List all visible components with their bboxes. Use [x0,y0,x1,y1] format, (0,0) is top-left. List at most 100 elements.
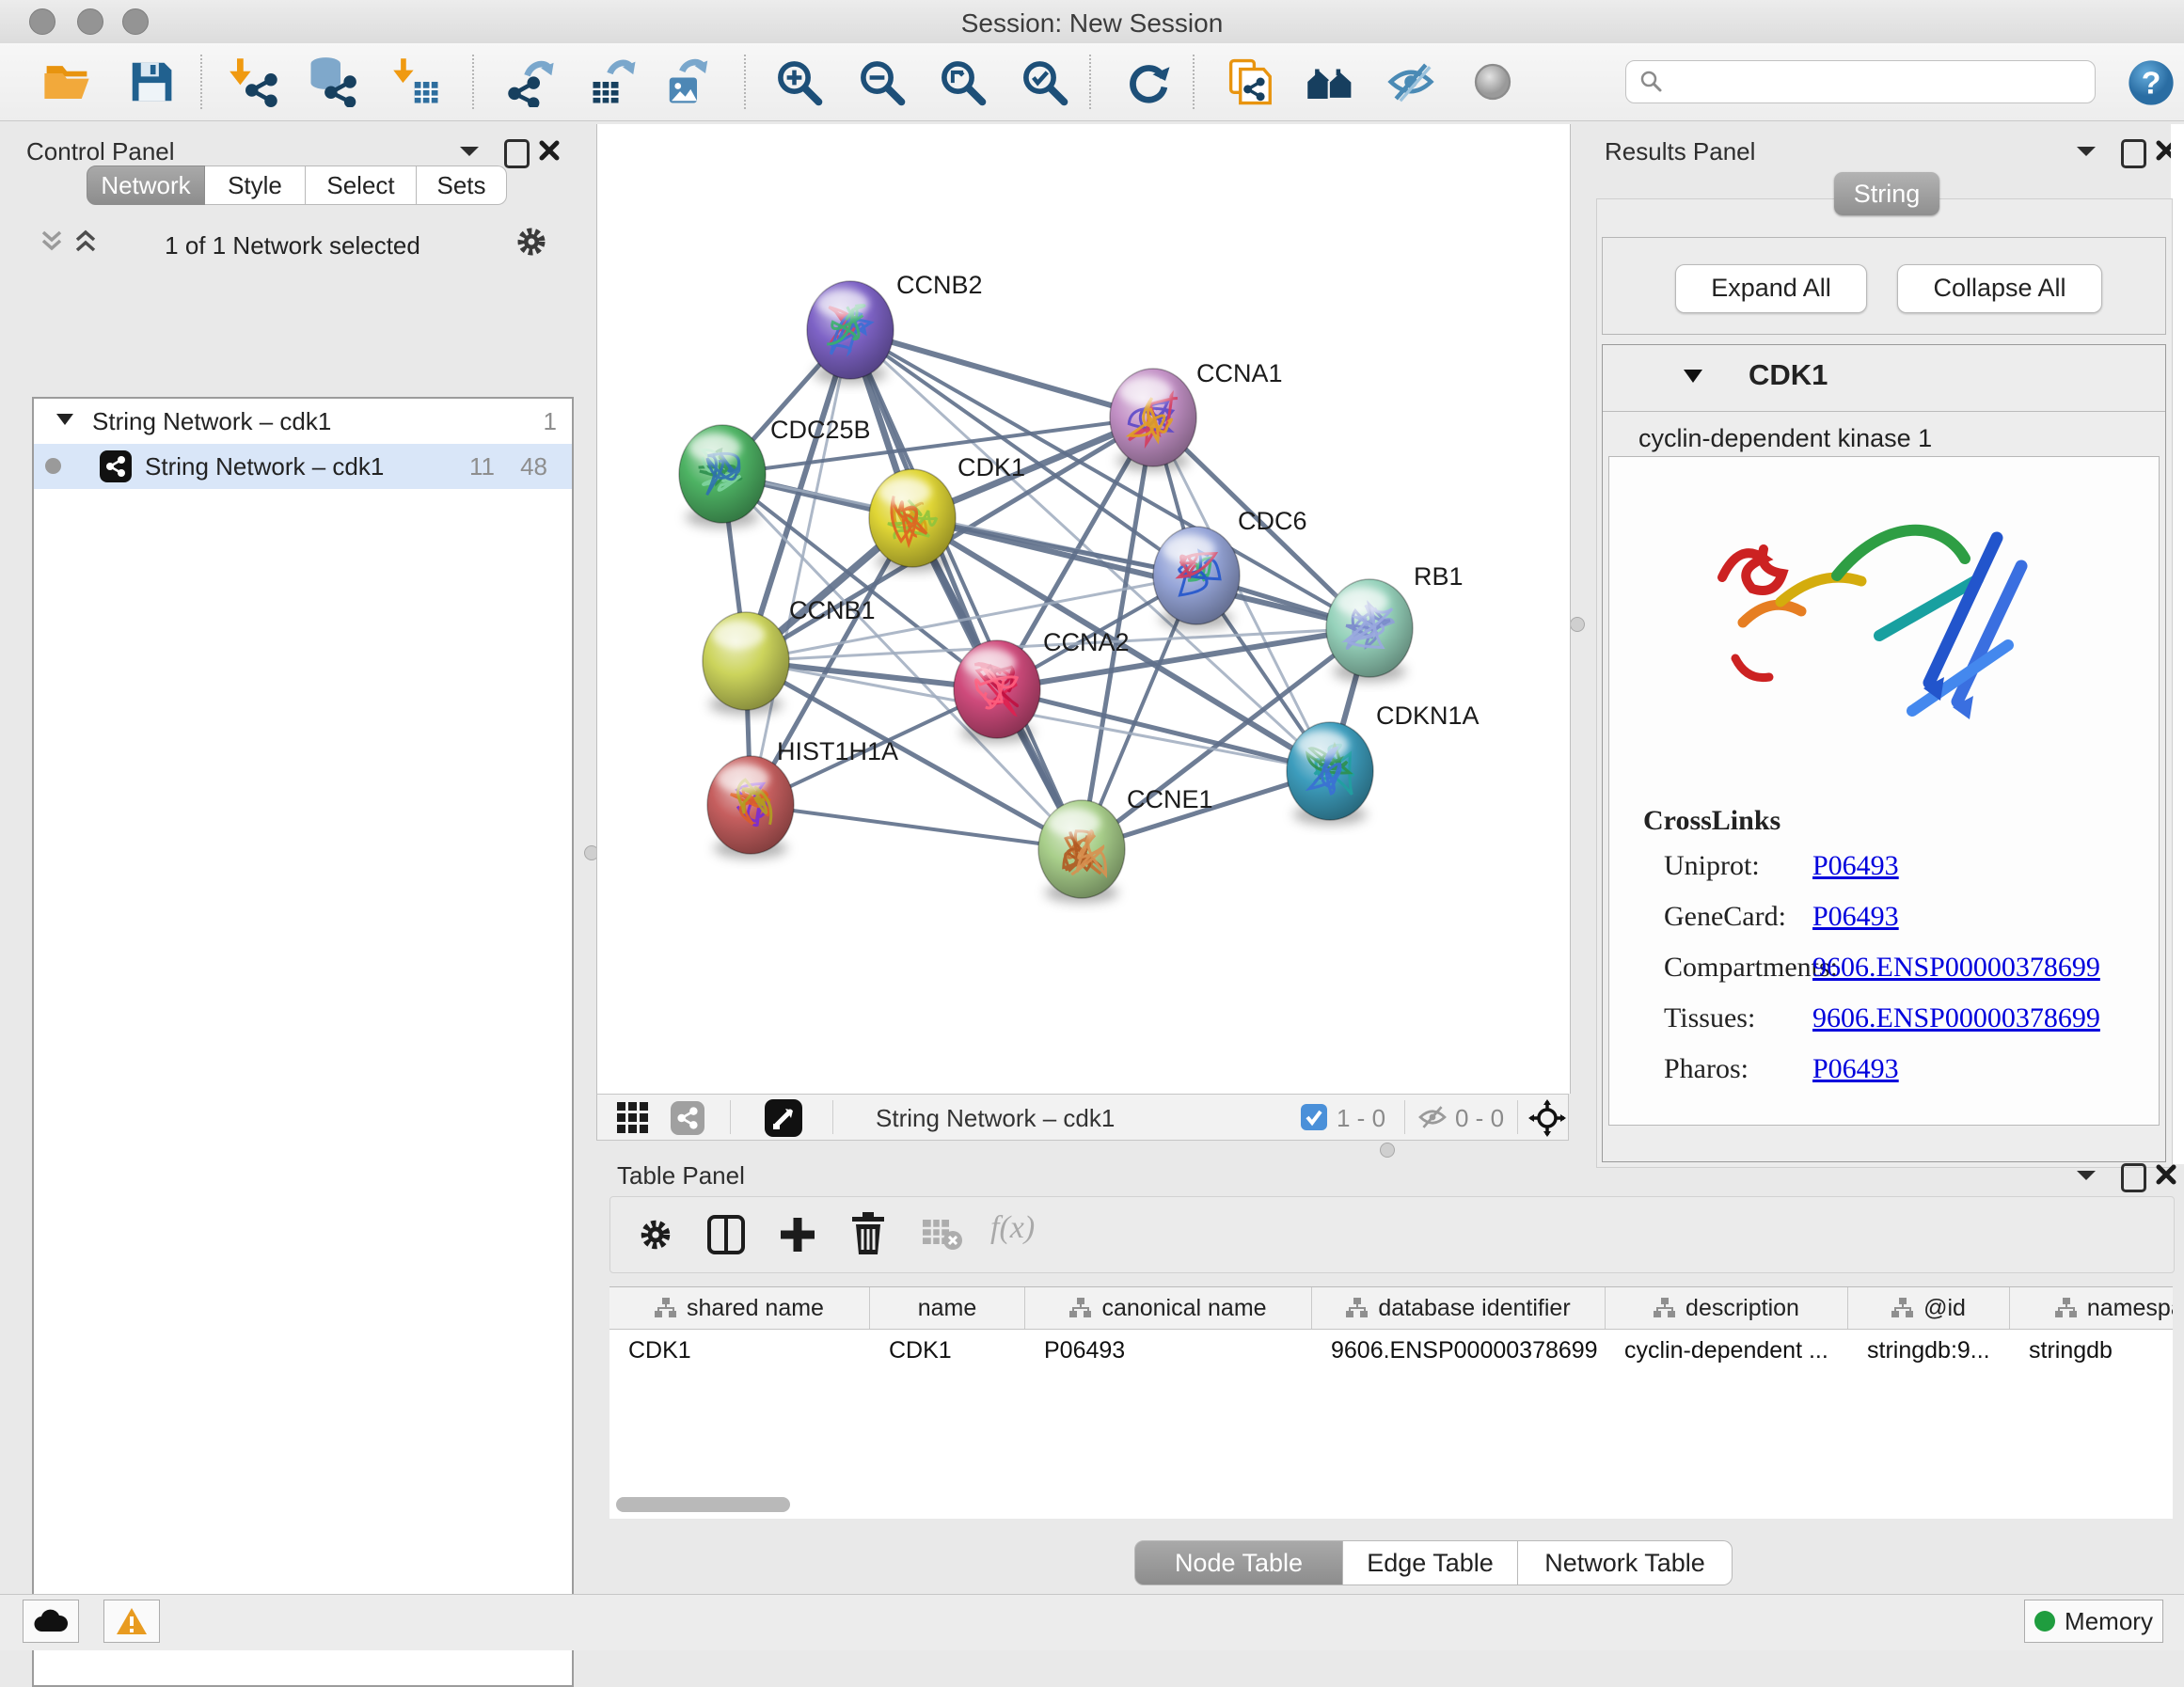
right-splitter-handle[interactable] [1570,617,1585,632]
table-cell[interactable]: stringdb:9... [1848,1329,2010,1372]
network-node-CCNB1[interactable] [703,612,789,715]
result-entry-header[interactable]: CDK1 [1603,345,2165,412]
table-cell[interactable]: stringdb [2010,1329,2173,1372]
selected-checkbox-icon[interactable] [1301,1104,1327,1130]
table-cell[interactable]: P06493 [1025,1329,1312,1372]
search-input[interactable] [1673,68,2095,97]
tab-edge-table[interactable]: Edge Table [1343,1540,1518,1585]
column-header-label: database identifier [1378,1295,1570,1322]
results-panel-menu-icon[interactable] [2076,145,2097,158]
results-scroll-track[interactable] [2171,124,2184,1164]
import-network-file-icon[interactable] [229,56,279,107]
column-header-database-identifier[interactable]: database identifier [1312,1287,1606,1329]
help-icon[interactable]: ? [2126,57,2176,108]
network-canvas[interactable]: CCNB2CCNA1CDC25BCDK1CDC6RB1CCNB1CCNA2CDK… [596,124,1571,1094]
network-node-CCNA1[interactable] [1110,369,1196,471]
export-network-icon[interactable] [506,56,557,107]
crosslink-value-link[interactable]: 9606.ENSP00000378699 [1812,952,2100,984]
zoom-in-icon[interactable] [773,56,824,107]
crosslink-value-link[interactable]: P06493 [1812,850,1899,882]
tab-string[interactable]: String [1834,172,1939,215]
column-header-name[interactable]: name [870,1287,1025,1329]
entry-collapse-icon[interactable] [1684,370,1702,383]
table-panel-menu-icon[interactable] [2076,1169,2097,1182]
memory-button[interactable]: Memory [2024,1600,2163,1643]
network-options-gear-icon[interactable] [514,224,549,260]
tab-style[interactable]: Style [205,166,306,205]
column-header-shared-name[interactable]: shared name [609,1287,870,1329]
network-node-CCNA2[interactable] [954,640,1040,743]
table-panel-close-icon[interactable] [2155,1163,2177,1186]
new-network-from-selection-icon[interactable] [1226,56,1276,107]
delete-column-trash-icon[interactable] [849,1212,887,1255]
pan-crosshair-icon[interactable] [1528,1099,1566,1137]
table-row[interactable]: CDK1CDK1P064939606.ENSP00000378699cyclin… [609,1329,2173,1372]
delete-table-icon[interactable] [921,1218,962,1252]
network-node-CCNB2[interactable] [807,281,894,384]
network-node-CDC6[interactable] [1153,527,1240,629]
import-network-database-icon[interactable] [307,56,357,107]
warning-button[interactable] [103,1600,160,1643]
collection-expand-icon[interactable] [56,414,73,425]
network-node-RB1[interactable] [1326,579,1413,682]
node-table[interactable]: shared namenamecanonical name database id… [609,1286,2173,1519]
table-cell[interactable]: CDK1 [870,1329,1025,1372]
column-header-description[interactable]: description [1606,1287,1848,1329]
tab-select[interactable]: Select [306,166,417,205]
network-node-CDK1[interactable] [869,469,956,572]
add-column-icon[interactable] [778,1214,817,1255]
results-panel-float-icon[interactable] [2121,139,2146,168]
open-session-icon[interactable] [41,56,92,107]
network-node-CDKN1A[interactable] [1287,722,1373,825]
search-field[interactable] [1625,60,2096,103]
column-header--id[interactable]: @id [1848,1287,2010,1329]
show-hidden-eye-icon[interactable] [1467,56,1518,107]
control-panel-menu-icon[interactable] [459,145,480,158]
tab-network[interactable]: Network [87,166,205,205]
tab-node-table[interactable]: Node Table [1134,1540,1343,1585]
network-node-CDC25B[interactable] [679,425,766,528]
grid-view-icon[interactable] [617,1102,649,1134]
show-columns-icon[interactable] [706,1214,746,1255]
table-cell[interactable]: 9606.ENSP00000378699 [1312,1329,1606,1372]
refresh-icon[interactable] [1123,56,1174,107]
control-panel-float-icon[interactable] [504,139,530,168]
hide-selected-eye-icon[interactable] [1385,56,1436,107]
cloud-icon [33,1609,69,1633]
export-table-icon[interactable] [589,56,640,107]
cloud-button[interactable] [23,1600,79,1643]
tab-network-table[interactable]: Network Table [1518,1540,1733,1585]
network-row-selected[interactable]: String Network – cdk1 11 48 [34,444,572,489]
export-image-icon[interactable] [663,56,714,107]
column-header-canonical-name[interactable]: canonical name [1025,1287,1312,1329]
birdseye-view-icon[interactable] [765,1099,802,1137]
table-hscroll-thumb[interactable] [616,1497,790,1512]
crosslink-value-link[interactable]: 9606.ENSP00000378699 [1812,1002,2100,1034]
share-view-icon[interactable] [671,1101,704,1135]
node-label-CCNB2: CCNB2 [896,271,983,299]
zoom-fit-icon[interactable] [937,56,988,107]
import-table-icon[interactable] [391,56,442,107]
network-node-CCNE1[interactable] [1038,800,1125,903]
function-builder-icon[interactable]: f(x) [990,1210,1035,1246]
table-cell[interactable]: cyclin-dependent ... [1606,1329,1848,1372]
expand-all-button[interactable]: Expand All [1675,264,1867,313]
tab-sets[interactable]: Sets [417,166,507,205]
network-collection-row[interactable]: String Network – cdk1 1 [34,399,572,444]
column-tree-icon [1654,1298,1676,1318]
save-session-icon[interactable] [126,56,177,107]
table-settings-gear-icon[interactable] [637,1216,674,1253]
network-node-HIST1H1A[interactable] [707,756,794,859]
table-cell[interactable]: CDK1 [609,1329,870,1372]
collapse-all-button[interactable]: Collapse All [1897,264,2102,313]
node-label-CCNA1: CCNA1 [1196,359,1283,387]
table-panel-float-icon[interactable] [2121,1163,2146,1192]
zoom-selected-icon[interactable] [1019,56,1069,107]
table-header-row: shared namenamecanonical name database id… [609,1287,2173,1330]
zoom-out-icon[interactable] [856,56,907,107]
crosslink-value-link[interactable]: P06493 [1812,1053,1899,1085]
control-panel-close-icon[interactable] [538,139,561,162]
home-icon[interactable] [1306,56,1356,107]
crosslink-value-link[interactable]: P06493 [1812,901,1899,933]
column-header-namespace[interactable]: namespace [2010,1287,2173,1329]
